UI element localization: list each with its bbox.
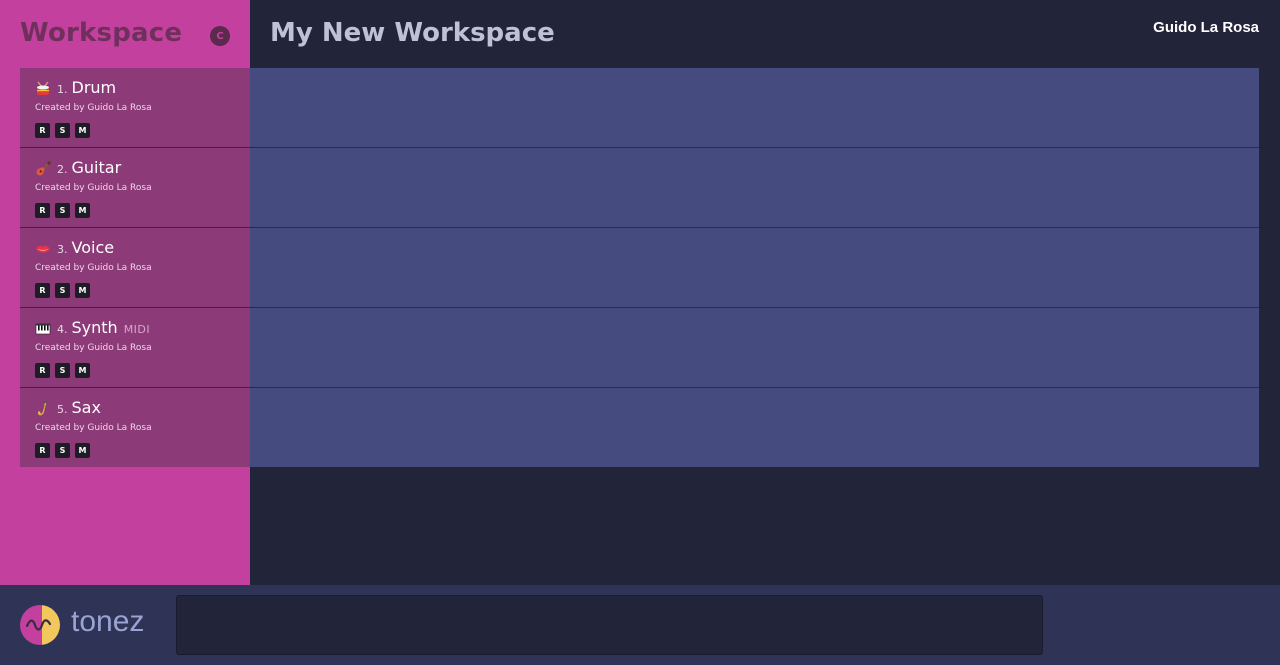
track-lane[interactable] <box>250 228 1259 307</box>
track-creator: Created by Guido La Rosa <box>35 263 152 273</box>
record-button[interactable]: R <box>35 443 50 458</box>
guitar-icon <box>36 161 51 176</box>
solo-button[interactable]: S <box>55 443 70 458</box>
track-row: 2. Guitar Created by Guido La Rosa R S M <box>20 148 1259 228</box>
track-name: Sax <box>71 398 101 417</box>
mute-button[interactable]: M <box>75 443 90 458</box>
track-number: 4. <box>57 323 68 336</box>
lips-icon <box>36 245 50 253</box>
track-row: 4. Synth MIDI Created by Guido La Rosa R… <box>20 308 1259 388</box>
track-number: 2. <box>57 163 68 176</box>
track-row: 1. Drum Created by Guido La Rosa R S M <box>20 68 1259 148</box>
saxophone-icon <box>37 401 48 416</box>
track-lane[interactable] <box>250 308 1259 387</box>
solo-button[interactable]: S <box>55 283 70 298</box>
track-name: Drum <box>71 78 117 97</box>
record-button[interactable]: R <box>35 283 50 298</box>
solo-button[interactable]: S <box>55 123 70 138</box>
track-lane[interactable] <box>250 68 1259 147</box>
drum-icon <box>37 81 49 95</box>
track-row: 3. Voice Created by Guido La Rosa R S M <box>20 228 1259 308</box>
footer: tonez <box>0 585 1280 665</box>
midi-badge: MIDI <box>123 323 151 336</box>
track-header[interactable]: 2. Guitar Created by Guido La Rosa R S M <box>20 148 250 227</box>
solo-button[interactable]: S <box>55 363 70 378</box>
console-area[interactable] <box>176 595 1043 655</box>
record-button[interactable]: R <box>35 363 50 378</box>
track-creator: Created by Guido La Rosa <box>35 103 152 113</box>
track-list: 1. Drum Created by Guido La Rosa R S M 2… <box>20 68 1259 467</box>
solo-button[interactable]: S <box>55 203 70 218</box>
track-name: Synth <box>71 318 118 337</box>
record-button[interactable]: R <box>35 123 50 138</box>
collapse-button[interactable]: C <box>210 26 230 46</box>
track-name: Guitar <box>71 158 122 177</box>
track-name: Voice <box>71 238 115 257</box>
mute-button[interactable]: M <box>75 283 90 298</box>
track-header[interactable]: 5. Sax Created by Guido La Rosa R S M <box>20 388 250 467</box>
piano-icon <box>35 323 51 335</box>
track-lane[interactable] <box>250 148 1259 227</box>
track-lane[interactable] <box>250 388 1259 467</box>
mute-button[interactable]: M <box>75 363 90 378</box>
track-creator: Created by Guido La Rosa <box>35 343 152 353</box>
tonez-logo-icon <box>20 605 60 645</box>
track-row: 5. Sax Created by Guido La Rosa R S M <box>20 388 1259 467</box>
mute-button[interactable]: M <box>75 123 90 138</box>
brand-name: tonez <box>71 605 145 638</box>
mute-button[interactable]: M <box>75 203 90 218</box>
record-button[interactable]: R <box>35 203 50 218</box>
sidebar-title: Workspace <box>20 18 183 48</box>
track-header[interactable]: 1. Drum Created by Guido La Rosa R S M <box>20 68 250 147</box>
track-header[interactable]: 4. Synth MIDI Created by Guido La Rosa R… <box>20 308 250 387</box>
track-creator: Created by Guido La Rosa <box>35 423 152 433</box>
track-number: 5. <box>57 403 68 416</box>
track-number: 3. <box>57 243 68 256</box>
user-name[interactable]: Guido La Rosa <box>1153 19 1259 36</box>
track-number: 1. <box>57 83 68 96</box>
workspace-title[interactable]: My New Workspace <box>270 18 555 48</box>
track-creator: Created by Guido La Rosa <box>35 183 152 193</box>
track-header[interactable]: 3. Voice Created by Guido La Rosa R S M <box>20 228 250 307</box>
